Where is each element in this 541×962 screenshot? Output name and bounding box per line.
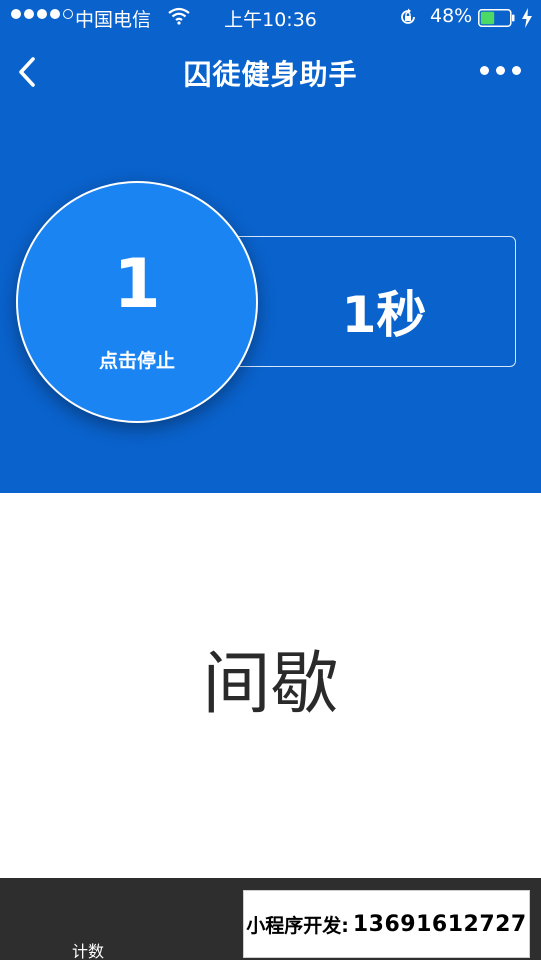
stop-label: 点击停止 [98,350,175,372]
charging-bolt-icon [521,8,533,33]
rotation-lock-icon [398,7,418,32]
status-bar: 中国电信 上午10:36 48% [0,0,541,36]
battery-icon [478,9,515,27]
navigation-bar: 囚徒健身助手 [0,36,541,108]
header-region: 中国电信 上午10:36 48% 囚徒健身助手 1秒 1 点击停止 [0,0,541,493]
elapsed-seconds: 1秒 [341,286,427,344]
more-dots-icon[interactable] [480,66,521,75]
promo-phone: 13691612727 [352,911,527,937]
battery-percent: 48% [430,5,473,27]
promo-label: 小程序开发: [246,914,349,937]
tab-count[interactable]: 计数 [72,938,104,962]
promo-banner: 小程序开发: 13691612727 [243,890,530,958]
phase-label: 间歇 [202,645,339,724]
counter-stop-button[interactable]: 1 点击停止 [16,181,258,423]
page-title: 囚徒健身助手 [183,58,358,91]
rep-count: 1 [113,245,161,324]
